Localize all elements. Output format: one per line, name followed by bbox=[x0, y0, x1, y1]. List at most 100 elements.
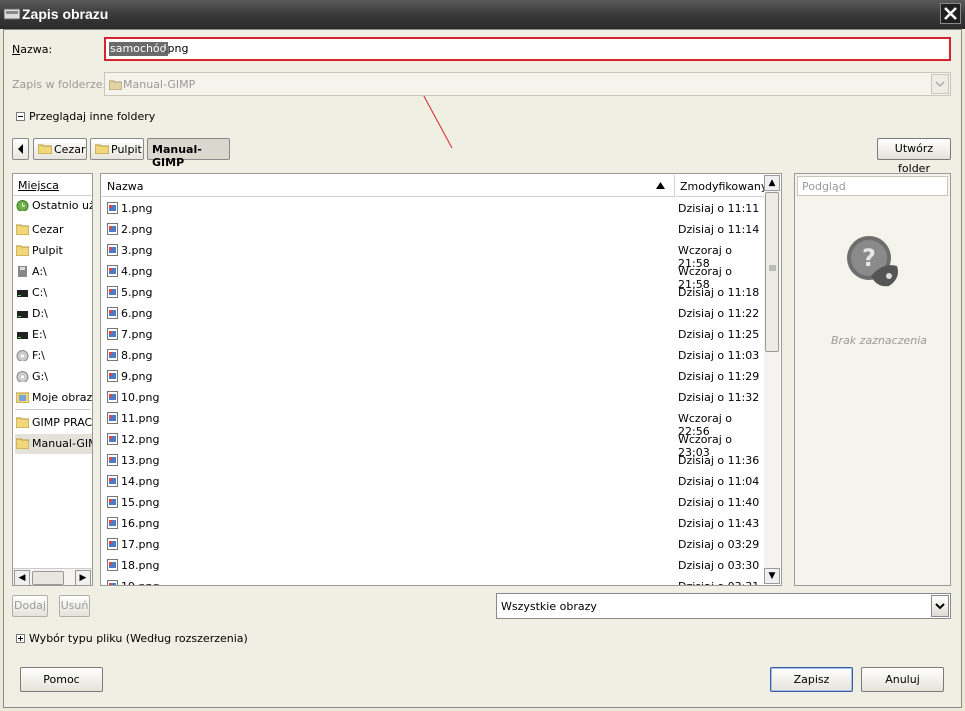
folder-icon bbox=[16, 224, 29, 235]
file-row[interactable]: 7.png Dzisiaj o 11:25 bbox=[102, 324, 764, 345]
file-modified: Dzisiaj o 03:31 bbox=[678, 580, 759, 585]
close-button[interactable] bbox=[940, 3, 961, 24]
folder-icon bbox=[38, 144, 52, 154]
file-row[interactable]: 13.png Dzisiaj o 11:36 bbox=[102, 450, 764, 471]
remove-place-button[interactable]: Usuń bbox=[59, 595, 90, 617]
file-modified: Dzisiaj o 11:32 bbox=[678, 391, 760, 404]
file-modified: Dzisiaj o 03:29 bbox=[678, 538, 760, 551]
files-vscrollbar[interactable]: ▲ ▼ bbox=[764, 175, 780, 584]
browse-folders-expander[interactable] bbox=[16, 112, 25, 121]
path-segment-pulpit[interactable]: Pulpit bbox=[90, 138, 144, 160]
path-segment-cezar[interactable]: Cezar bbox=[33, 138, 87, 160]
file-name: 5.png bbox=[121, 286, 153, 299]
folder-icon bbox=[16, 438, 29, 449]
place-item-label: Manual-GIMP bbox=[32, 437, 92, 450]
file-modified: Dzisiaj o 11:43 bbox=[678, 517, 760, 530]
place-item-label: GIMP PRACE bbox=[32, 416, 93, 429]
places-header[interactable]: Miejsca bbox=[13, 174, 92, 196]
place-item[interactable]: Moje obrazy bbox=[15, 388, 92, 408]
column-header-name[interactable]: Nazwa bbox=[102, 175, 675, 197]
svg-text:?: ? bbox=[862, 244, 876, 272]
png-file-icon bbox=[107, 349, 118, 361]
place-item-label: F:\ bbox=[32, 349, 45, 362]
file-name: 2.png bbox=[121, 223, 153, 236]
add-place-button[interactable]: Dodaj bbox=[12, 595, 48, 617]
file-row[interactable]: 18.png Dzisiaj o 03:30 bbox=[102, 555, 764, 576]
file-name-input[interactable]: samochód .png bbox=[104, 37, 951, 61]
scroll-up-button[interactable]: ▲ bbox=[764, 175, 780, 191]
hard-drive-icon bbox=[17, 332, 28, 339]
file-row[interactable]: 6.png Dzisiaj o 11:22 bbox=[102, 303, 764, 324]
file-filter-combo[interactable]: Wszystkie obrazy bbox=[496, 593, 951, 619]
file-row[interactable]: 5.png Dzisiaj o 11:18 bbox=[102, 282, 764, 303]
file-name: 10.png bbox=[121, 391, 160, 404]
file-row[interactable]: 11.png Wczoraj o 22:56 bbox=[102, 408, 764, 438]
scroll-right-button[interactable]: ▶ bbox=[75, 570, 91, 585]
file-type-label[interactable]: Wybór typu pliku (Według rozszerzenia) bbox=[29, 632, 248, 645]
png-file-icon bbox=[107, 517, 118, 529]
file-row[interactable]: 14.png Dzisiaj o 11:04 bbox=[102, 471, 764, 492]
hard-drive-icon bbox=[17, 290, 28, 297]
png-file-icon bbox=[107, 559, 118, 571]
places-separator bbox=[15, 409, 90, 410]
file-row[interactable]: 3.png Wczoraj o 21:58 bbox=[102, 240, 764, 270]
file-row[interactable]: 1.png Dzisiaj o 11:11 bbox=[102, 198, 764, 219]
place-item[interactable]: G:\ bbox=[15, 367, 92, 387]
file-filter-value: Wszystkie obrazy bbox=[501, 600, 597, 613]
file-list-panel: Nazwa Zmodyfikowany 1.png Dzisiaj o 11:11… bbox=[100, 173, 782, 586]
name-label: Nazwa: bbox=[12, 43, 53, 56]
file-row[interactable]: 8.png Dzisiaj o 11:03 bbox=[102, 345, 764, 366]
file-name: 3.png bbox=[121, 244, 153, 257]
cancel-button[interactable]: Anuluj bbox=[861, 667, 944, 692]
file-filter-dropdown-button[interactable] bbox=[931, 595, 949, 617]
place-item[interactable]: E:\ bbox=[15, 325, 92, 345]
file-row[interactable]: 15.png Dzisiaj o 11:40 bbox=[102, 492, 764, 513]
file-row[interactable]: 17.png Dzisiaj o 03:29 bbox=[102, 534, 764, 555]
place-item[interactable]: C:\ bbox=[15, 283, 92, 303]
file-name: 6.png bbox=[121, 307, 153, 320]
place-item-label: Pulpit bbox=[32, 244, 63, 257]
png-file-icon bbox=[107, 223, 118, 235]
png-file-icon bbox=[107, 202, 118, 214]
path-segment-manual-gimp[interactable]: Manual-GIMP bbox=[147, 138, 230, 169]
file-name: 1.png bbox=[121, 202, 153, 215]
path-back-button[interactable] bbox=[12, 138, 29, 160]
file-name-selected-text: samochód bbox=[109, 42, 168, 56]
place-item[interactable]: Ostatnio uży bbox=[15, 196, 92, 216]
place-item[interactable]: Pulpit bbox=[15, 241, 92, 261]
file-row[interactable]: 9.png Dzisiaj o 11:29 bbox=[102, 366, 764, 387]
places-hscrollbar[interactable]: ◀ ▶ bbox=[13, 568, 92, 585]
place-item[interactable]: GIMP PRACE bbox=[15, 413, 93, 433]
save-button[interactable]: Zapisz bbox=[770, 667, 853, 692]
place-item[interactable]: F:\ bbox=[15, 346, 92, 366]
places-hscroll-thumb[interactable] bbox=[32, 571, 64, 585]
save-folder-value: Manual-GIMP bbox=[123, 78, 196, 91]
cd-drive-icon bbox=[16, 371, 29, 382]
file-row[interactable]: 12.png Wczoraj o 23:03 bbox=[102, 429, 764, 459]
file-name: 15.png bbox=[121, 496, 160, 509]
place-item[interactable]: D:\ bbox=[15, 304, 92, 324]
files-vscroll-thumb[interactable] bbox=[765, 192, 779, 352]
file-row[interactable]: 4.png Wczoraj o 21:58 bbox=[102, 261, 764, 291]
file-row[interactable]: 16.png Dzisiaj o 11:43 bbox=[102, 513, 764, 534]
place-item[interactable]: Cezar bbox=[15, 220, 92, 240]
help-button[interactable]: Pomoc bbox=[20, 667, 103, 692]
file-name: 16.png bbox=[121, 517, 160, 530]
place-item[interactable]: A:\ bbox=[15, 262, 92, 282]
gimp-question-icon: ? bbox=[847, 236, 898, 287]
file-type-expander[interactable] bbox=[16, 634, 25, 643]
chevron-down-icon bbox=[935, 603, 945, 610]
file-name: 19.png bbox=[121, 580, 159, 585]
png-file-icon bbox=[107, 454, 118, 466]
file-modified: Dzisiaj o 03:30 bbox=[678, 559, 760, 572]
file-row[interactable]: 19.png Dzisiaj o 03:31 bbox=[102, 576, 764, 585]
place-item[interactable]: Manual-GIMP bbox=[15, 434, 92, 454]
scroll-left-button[interactable]: ◀ bbox=[14, 570, 30, 585]
file-row[interactable]: 10.png Dzisiaj o 11:32 bbox=[102, 387, 764, 408]
browse-folders-label[interactable]: Przeglądaj inne foldery bbox=[29, 110, 155, 123]
cd-drive-icon bbox=[16, 350, 29, 361]
column-header-modified[interactable]: Zmodyfikowany bbox=[676, 175, 767, 197]
scroll-down-button[interactable]: ▼ bbox=[764, 568, 780, 584]
create-folder-button[interactable]: Utwórz folder bbox=[877, 138, 951, 175]
file-row[interactable]: 2.png Dzisiaj o 11:14 bbox=[102, 219, 764, 240]
